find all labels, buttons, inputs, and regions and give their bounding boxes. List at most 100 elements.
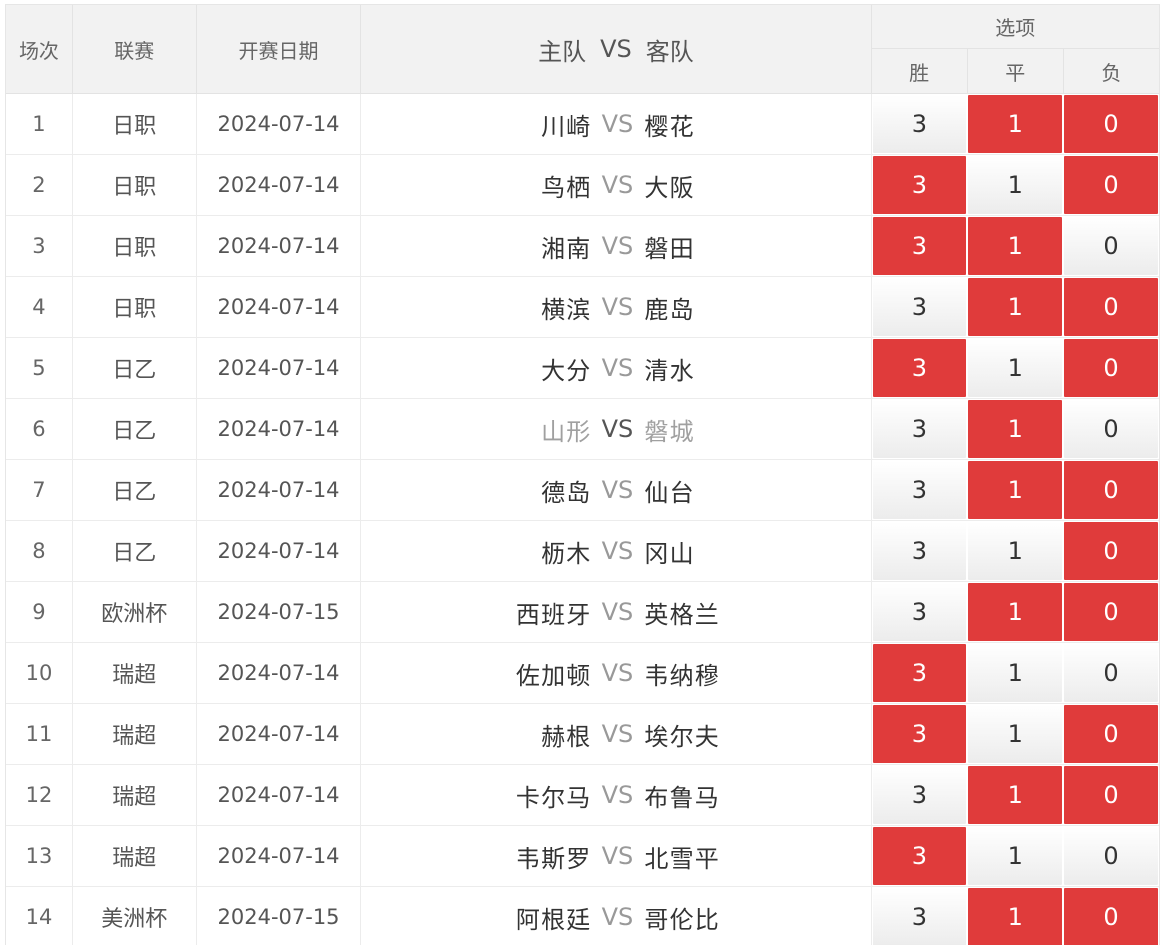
option-win-button[interactable]: 3 bbox=[872, 827, 967, 885]
option-draw-button[interactable]: 1 bbox=[968, 583, 1063, 641]
row-date: 2024-07-14 bbox=[197, 338, 362, 398]
option-win-button[interactable]: 3 bbox=[872, 339, 967, 397]
away-team: 清水 bbox=[644, 356, 695, 385]
table-row: 11 瑞超 2024-07-14 赫根 VS 埃尔夫 3 1 0 bbox=[6, 704, 1159, 765]
header-date: 开赛日期 bbox=[197, 5, 362, 93]
row-league: 欧洲杯 bbox=[73, 582, 197, 642]
away-team: 北雪平 bbox=[644, 844, 720, 873]
vs-label: VS bbox=[601, 171, 634, 199]
vs-label: VS bbox=[601, 476, 634, 504]
row-options: 3 1 0 bbox=[872, 704, 1160, 764]
option-draw-button[interactable]: 1 bbox=[968, 400, 1063, 458]
option-win-button[interactable]: 3 bbox=[872, 644, 967, 702]
option-win-button[interactable]: 3 bbox=[872, 400, 967, 458]
option-lose-button[interactable]: 0 bbox=[1064, 583, 1158, 641]
option-win-button[interactable]: 3 bbox=[872, 278, 967, 336]
row-date: 2024-07-14 bbox=[197, 216, 362, 276]
row-options: 3 1 0 bbox=[872, 399, 1160, 459]
option-lose-button[interactable]: 0 bbox=[1064, 766, 1158, 824]
vs-label: VS bbox=[601, 110, 634, 138]
option-win-button[interactable]: 3 bbox=[872, 522, 967, 580]
row-index: 6 bbox=[6, 399, 73, 459]
vs-label: VS bbox=[601, 598, 634, 626]
home-team: 赫根 bbox=[541, 722, 592, 751]
option-win-button[interactable]: 3 bbox=[872, 461, 967, 519]
option-lose-button[interactable]: 0 bbox=[1064, 522, 1158, 580]
row-match: 枥木 VS 冈山 bbox=[361, 521, 872, 581]
header-options-sub: 胜 平 负 bbox=[872, 49, 1160, 93]
option-lose-button[interactable]: 0 bbox=[1064, 461, 1158, 519]
row-date: 2024-07-14 bbox=[197, 765, 362, 825]
table-row: 9 欧洲杯 2024-07-15 西班牙 VS 英格兰 3 1 0 bbox=[6, 582, 1159, 643]
option-win-button[interactable]: 3 bbox=[872, 766, 967, 824]
row-index: 12 bbox=[6, 765, 73, 825]
home-team: 卡尔马 bbox=[515, 783, 592, 812]
row-match: 川崎 VS 樱花 bbox=[361, 94, 872, 154]
row-date: 2024-07-14 bbox=[197, 94, 362, 154]
away-team: 埃尔夫 bbox=[644, 722, 720, 751]
row-date: 2024-07-14 bbox=[197, 826, 362, 886]
row-options: 3 1 0 bbox=[872, 216, 1160, 276]
row-league: 日乙 bbox=[73, 521, 197, 581]
option-draw-button[interactable]: 1 bbox=[968, 461, 1063, 519]
option-win-button[interactable]: 3 bbox=[872, 217, 967, 275]
row-league: 日职 bbox=[73, 94, 197, 154]
option-draw-button[interactable]: 1 bbox=[968, 827, 1063, 885]
away-team: 樱花 bbox=[644, 112, 695, 141]
option-lose-button[interactable]: 0 bbox=[1064, 278, 1158, 336]
option-win-button[interactable]: 3 bbox=[872, 888, 967, 945]
row-match: 鸟栖 VS 大阪 bbox=[361, 155, 872, 215]
option-draw-button[interactable]: 1 bbox=[968, 766, 1063, 824]
home-team: 大分 bbox=[541, 356, 592, 385]
option-lose-button[interactable]: 0 bbox=[1064, 217, 1158, 275]
option-lose-button[interactable]: 0 bbox=[1064, 339, 1158, 397]
away-team: 大阪 bbox=[644, 173, 695, 202]
option-lose-button[interactable]: 0 bbox=[1064, 400, 1158, 458]
away-team: 布鲁马 bbox=[644, 783, 720, 812]
option-lose-button[interactable]: 0 bbox=[1064, 827, 1158, 885]
row-index: 10 bbox=[6, 643, 73, 703]
away-team: 冈山 bbox=[644, 539, 695, 568]
option-lose-button[interactable]: 0 bbox=[1064, 705, 1158, 763]
row-date: 2024-07-15 bbox=[197, 582, 362, 642]
option-lose-button[interactable]: 0 bbox=[1064, 156, 1158, 214]
option-draw-button[interactable]: 1 bbox=[968, 705, 1063, 763]
vs-label: VS bbox=[601, 903, 634, 931]
row-league: 日乙 bbox=[73, 338, 197, 398]
option-draw-button[interactable]: 1 bbox=[968, 217, 1063, 275]
table-row: 5 日乙 2024-07-14 大分 VS 清水 3 1 0 bbox=[6, 338, 1159, 399]
row-date: 2024-07-15 bbox=[197, 887, 362, 945]
row-match: 横滨 VS 鹿岛 bbox=[361, 277, 872, 337]
option-draw-button[interactable]: 1 bbox=[968, 522, 1063, 580]
option-win-button[interactable]: 3 bbox=[872, 705, 967, 763]
row-league: 瑞超 bbox=[73, 826, 197, 886]
option-win-button[interactable]: 3 bbox=[872, 583, 967, 641]
option-draw-button[interactable]: 1 bbox=[968, 888, 1063, 945]
header-index: 场次 bbox=[6, 5, 73, 93]
option-draw-button[interactable]: 1 bbox=[968, 644, 1063, 702]
option-draw-button[interactable]: 1 bbox=[968, 278, 1063, 336]
option-draw-button[interactable]: 1 bbox=[968, 95, 1063, 153]
row-league: 瑞超 bbox=[73, 765, 197, 825]
row-index: 11 bbox=[6, 704, 73, 764]
row-match: 湘南 VS 磐田 bbox=[361, 216, 872, 276]
row-index: 13 bbox=[6, 826, 73, 886]
vs-label: VS bbox=[601, 842, 634, 870]
row-index: 4 bbox=[6, 277, 73, 337]
option-lose-button[interactable]: 0 bbox=[1064, 95, 1158, 153]
option-lose-button[interactable]: 0 bbox=[1064, 888, 1158, 945]
home-team: 韦斯罗 bbox=[515, 844, 592, 873]
option-draw-button[interactable]: 1 bbox=[968, 339, 1063, 397]
row-index: 8 bbox=[6, 521, 73, 581]
option-win-button[interactable]: 3 bbox=[872, 156, 967, 214]
table-header: 场次 联赛 开赛日期 主队 VS 客队 选项 胜 平 负 bbox=[6, 5, 1159, 94]
home-team: 阿根廷 bbox=[515, 905, 592, 934]
vs-label: VS bbox=[601, 232, 634, 260]
option-win-button[interactable]: 3 bbox=[872, 95, 967, 153]
row-options: 3 1 0 bbox=[872, 887, 1160, 945]
option-draw-button[interactable]: 1 bbox=[968, 156, 1063, 214]
header-away: 客队 bbox=[645, 37, 694, 66]
option-lose-button[interactable]: 0 bbox=[1064, 644, 1158, 702]
away-team: 仙台 bbox=[644, 478, 695, 507]
row-index: 3 bbox=[6, 216, 73, 276]
